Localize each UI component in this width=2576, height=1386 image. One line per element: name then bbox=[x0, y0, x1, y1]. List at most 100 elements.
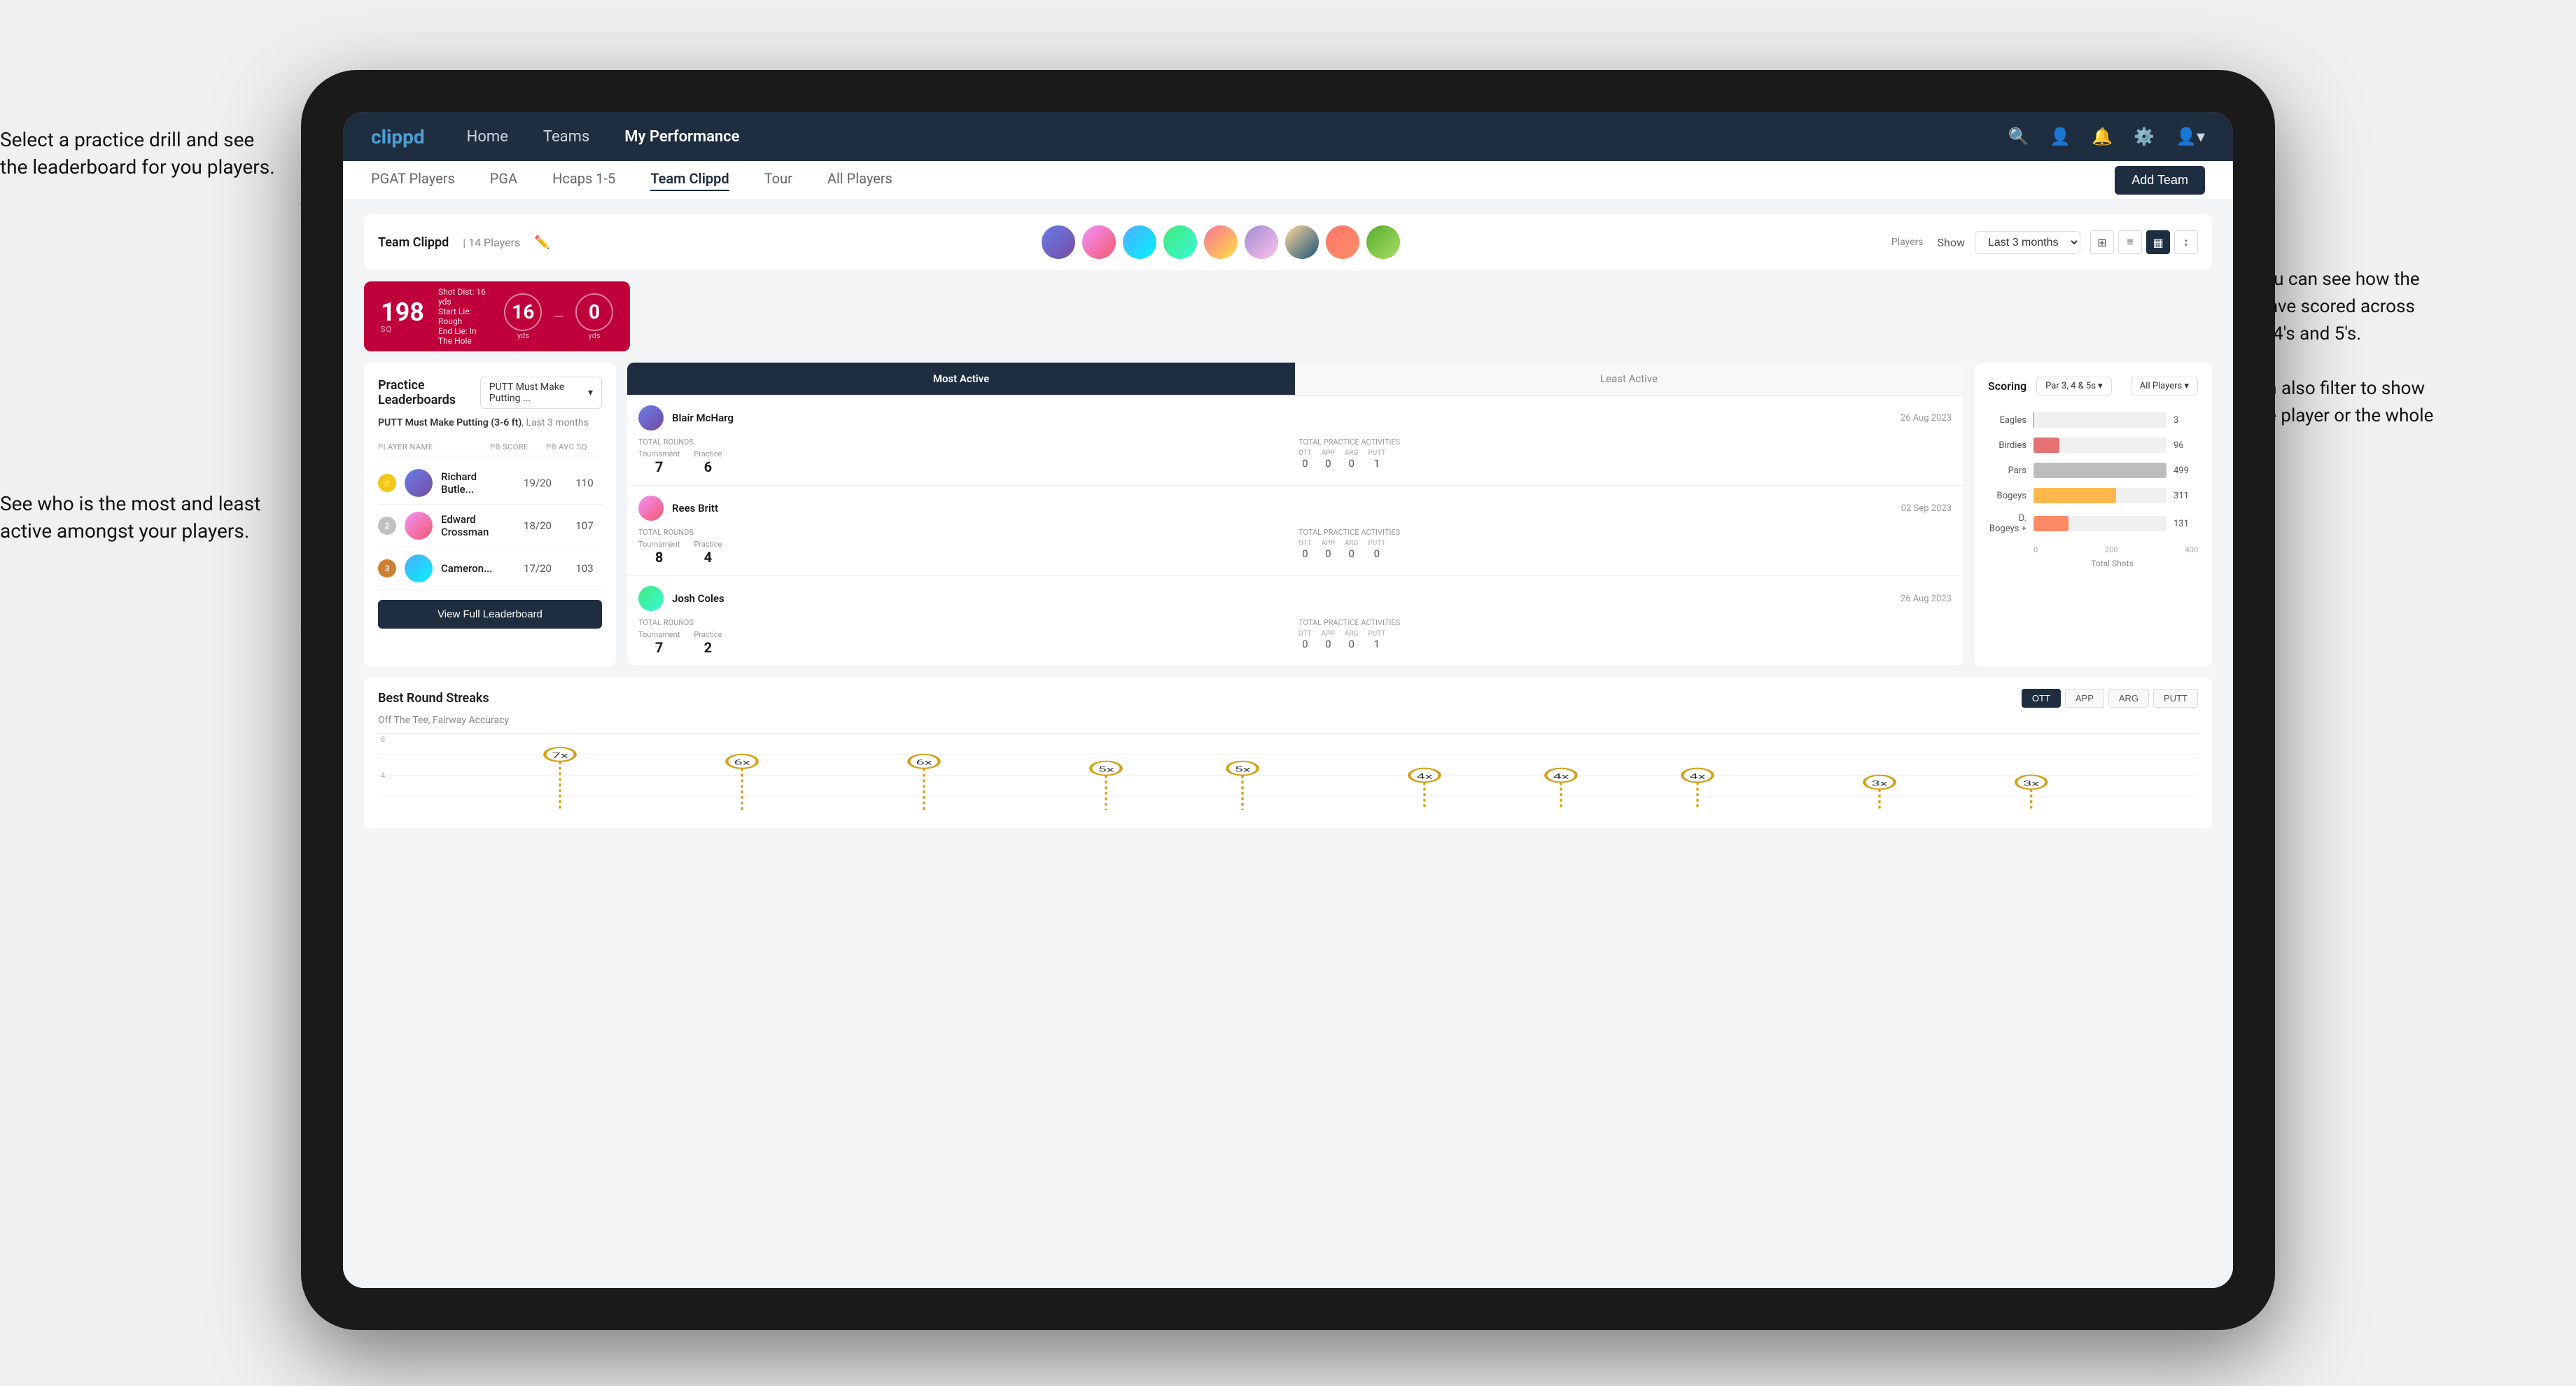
sub-nav-links: PGAT Players PGA Hcaps 1-5 Team Clippd T… bbox=[371, 170, 2115, 191]
least-active-tab[interactable]: Least Active bbox=[1295, 363, 1963, 395]
streak-ott-btn[interactable]: OTT bbox=[2022, 689, 2061, 708]
sub-nav-tour[interactable]: Tour bbox=[764, 170, 792, 191]
most-active-tab[interactable]: Most Active bbox=[627, 363, 1295, 395]
team-section: Team Clippd | 14 Players ✏️ Players Show bbox=[364, 214, 2212, 270]
chevron-down-icon: ▾ bbox=[588, 387, 593, 398]
circle1-unit: yds bbox=[504, 331, 542, 340]
add-team-button[interactable]: Add Team bbox=[2115, 166, 2205, 195]
list-view-btn[interactable]: ≡ bbox=[2118, 230, 2142, 254]
bar-row-birdies: Birdies 96 bbox=[1988, 438, 2198, 453]
bar-track-bogeys bbox=[2033, 488, 2166, 503]
app-stat-1: APP 0 bbox=[1322, 449, 1335, 470]
avatar-9[interactable] bbox=[1366, 225, 1400, 259]
sub-nav-hcaps[interactable]: Hcaps 1-5 bbox=[552, 170, 615, 191]
arg-stat-3: ARG 0 bbox=[1345, 630, 1359, 650]
arg-value-3: 0 bbox=[1345, 638, 1359, 650]
drill-selector-dropdown[interactable]: PUTT Must Make Putting ... ▾ bbox=[480, 377, 602, 409]
putt-stat-2: PUTT 0 bbox=[1368, 540, 1385, 560]
bar-fill-bogeys bbox=[2033, 488, 2116, 503]
nav-link-teams[interactable]: Teams bbox=[543, 128, 589, 146]
sub-nav-team-clippd[interactable]: Team Clippd bbox=[650, 170, 729, 191]
leaderboard-row-1: ⭐ Richard Butle... 19/20 110 bbox=[378, 462, 602, 505]
practice-value-3: 2 bbox=[694, 639, 722, 656]
streak-label-2: 6x bbox=[734, 759, 750, 767]
card-view-btn[interactable]: ▦ bbox=[2146, 230, 2170, 254]
practice-value-1: 6 bbox=[694, 458, 722, 475]
profile-icon[interactable]: 👤 bbox=[2050, 127, 2071, 146]
lb-name-2: Edward Crossman bbox=[441, 513, 508, 538]
team-count: | 14 Players bbox=[463, 236, 520, 249]
bar-value-eagles: 3 bbox=[2174, 415, 2198, 426]
activity-item-1: Blair McHarg 26 Aug 2023 Total Rounds To… bbox=[627, 396, 1963, 486]
nav-bar: clippd Home Teams My Performance 🔍 👤 🔔 ⚙… bbox=[343, 112, 2233, 161]
streak-label-5: 5x bbox=[1235, 766, 1251, 774]
bar-track-eagles bbox=[2033, 412, 2166, 428]
streak-app-btn[interactable]: APP bbox=[2065, 689, 2104, 708]
streaks-chart: 7x 6x 6x 5x bbox=[378, 733, 2198, 817]
sub-nav-pga[interactable]: PGA bbox=[490, 170, 517, 191]
view-full-leaderboard-button[interactable]: View Full Leaderboard bbox=[378, 600, 602, 629]
activity-stats-3: Total Rounds Tournament 7 Practice 2 bbox=[638, 618, 1952, 656]
shot-number: 198 bbox=[381, 300, 424, 325]
arg-stat-1: ARG 0 bbox=[1345, 449, 1359, 470]
view-icons: ⊞ ≡ ▦ ↕ bbox=[2090, 230, 2198, 254]
nav-link-home[interactable]: Home bbox=[467, 128, 508, 146]
chart-axis: 0 200 400 bbox=[1988, 541, 2198, 554]
streaks-title: Best Round Streaks bbox=[378, 691, 489, 706]
scoring-filter-players[interactable]: All Players ▾ bbox=[2131, 377, 2198, 396]
rounds-group-1: Total Rounds Tournament 7 Practice 6 bbox=[638, 438, 1292, 475]
streak-label-6: 4x bbox=[1417, 773, 1433, 781]
shot-card: 198 SQ Shot Dist: 16 yds Start Lie: Roug… bbox=[364, 281, 630, 351]
scoring-filter-par[interactable]: Par 3, 4 & 5s ▾ bbox=[2036, 377, 2112, 396]
avatar-7[interactable] bbox=[1285, 225, 1319, 259]
streak-label-7: 4x bbox=[1553, 773, 1569, 781]
tournament-value-2: 8 bbox=[638, 549, 680, 566]
lb-avg-1: 110 bbox=[567, 477, 602, 489]
nav-link-performance[interactable]: My Performance bbox=[624, 128, 739, 146]
lb-score-1: 19/20 bbox=[517, 477, 559, 489]
settings-icon[interactable]: ⚙️ bbox=[2134, 127, 2155, 146]
activity-avatar-1 bbox=[638, 405, 664, 430]
bell-icon[interactable]: 🔔 bbox=[2092, 127, 2113, 146]
user-menu-icon[interactable]: 👤▾ bbox=[2176, 127, 2205, 146]
streak-putt-btn[interactable]: PUTT bbox=[2153, 689, 2198, 708]
activity-panel: Most Active Least Active Blair McHarg 26… bbox=[627, 363, 1963, 666]
rounds-group-2: Total Rounds Tournament 8 Practice 4 bbox=[638, 528, 1292, 566]
app-value-1: 0 bbox=[1322, 457, 1335, 470]
grid-view-btn[interactable]: ⊞ bbox=[2090, 230, 2114, 254]
avatar-4[interactable] bbox=[1163, 225, 1197, 259]
edit-icon[interactable]: ✏️ bbox=[534, 235, 550, 250]
streaks-section: Best Round Streaks OTT APP ARG PUTT Off … bbox=[364, 678, 2212, 828]
practice-stat-1: Practice 6 bbox=[694, 449, 722, 475]
sub-nav-all-players[interactable]: All Players bbox=[827, 170, 892, 191]
app-stat-3: APP 0 bbox=[1322, 630, 1335, 650]
sort-btn[interactable]: ↕ bbox=[2174, 230, 2198, 254]
bar-track-dbogeys bbox=[2033, 516, 2166, 531]
search-icon[interactable]: 🔍 bbox=[2008, 127, 2029, 146]
avatar-5[interactable] bbox=[1204, 225, 1238, 259]
lb-name-3: Cameron... bbox=[441, 562, 508, 575]
avatar-2[interactable] bbox=[1082, 225, 1116, 259]
circle2-unit: yds bbox=[575, 331, 613, 340]
bar-fill-pars bbox=[2033, 463, 2166, 478]
avatar-8[interactable] bbox=[1326, 225, 1359, 259]
bar-row-dbogeys: D. Bogeys + 131 bbox=[1988, 513, 2198, 534]
streak-arg-btn[interactable]: ARG bbox=[2108, 689, 2149, 708]
bar-label-pars: Pars bbox=[1988, 465, 2026, 476]
show-period-dropdown[interactable]: Last 3 months Last 6 months Last year bbox=[1975, 231, 2080, 254]
activity-name-3: Josh Coles bbox=[672, 592, 1892, 605]
avatar-6[interactable] bbox=[1245, 225, 1278, 259]
tournament-value-3: 7 bbox=[638, 639, 680, 656]
avatar-1[interactable] bbox=[1042, 225, 1075, 259]
bar-fill-dbogeys bbox=[2033, 516, 2068, 531]
sub-nav-pgat[interactable]: PGAT Players bbox=[371, 170, 455, 191]
lb-avg-2: 107 bbox=[567, 519, 602, 532]
shot-divider: — bbox=[553, 308, 564, 325]
bar-track-birdies bbox=[2033, 438, 2166, 453]
shot-number-block: 198 SQ bbox=[381, 300, 424, 334]
shot-detail-3: End Lie: In The Hole bbox=[438, 326, 490, 346]
nav-icons: 🔍 👤 🔔 ⚙️ 👤▾ bbox=[2008, 127, 2206, 146]
lb-avatar-2 bbox=[405, 512, 433, 540]
practice-sub-row-3: OTT 0 APP 0 ARG 0 bbox=[1298, 630, 1952, 650]
avatar-3[interactable] bbox=[1123, 225, 1156, 259]
